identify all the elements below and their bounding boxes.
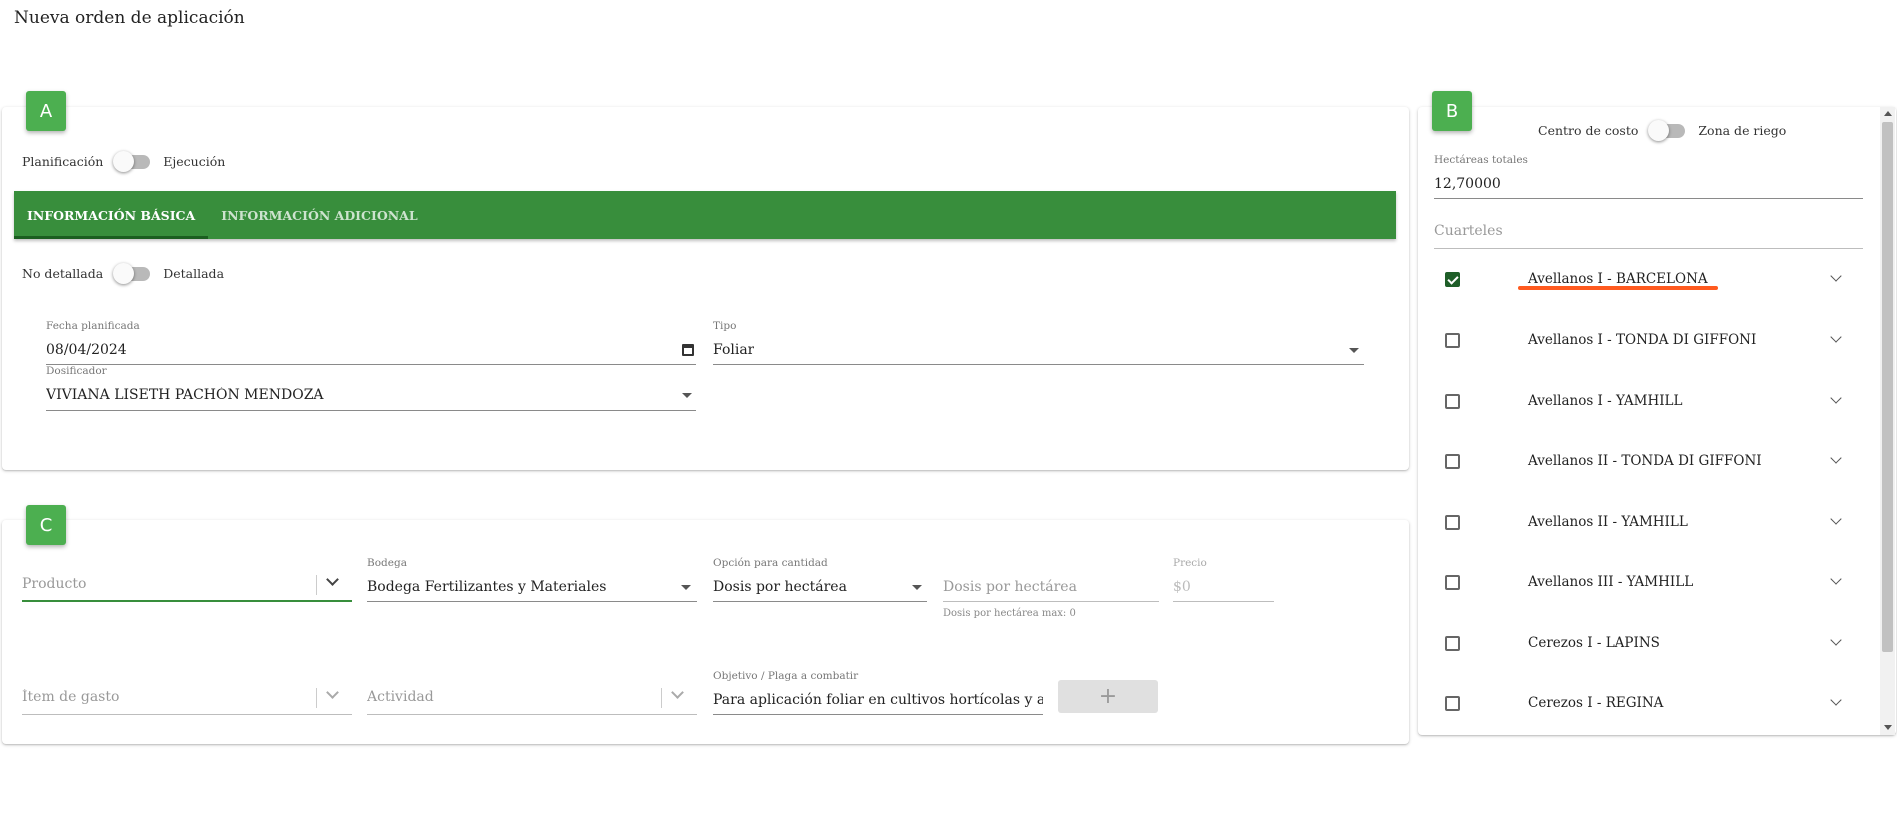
chevron-down-icon[interactable] xyxy=(1830,694,1842,706)
cuarteles-search-field[interactable]: Cuarteles xyxy=(1434,215,1863,249)
cuartel-label: Cerezos I - LAPINS xyxy=(1528,635,1660,651)
badge-b: B xyxy=(1432,91,1472,131)
caret-down-icon xyxy=(1349,348,1359,353)
chevron-down-icon[interactable] xyxy=(1830,634,1842,646)
tabs-bar: Información básica Información adicional xyxy=(14,191,1396,239)
add-product-button[interactable]: + xyxy=(1058,680,1158,713)
cuartel-item[interactable]: Avellanos III - YAMHILL xyxy=(1435,563,1865,603)
checkbox[interactable] xyxy=(1445,272,1460,287)
toggle-label-no-detallada: No detallada xyxy=(22,266,104,281)
checkbox[interactable] xyxy=(1445,636,1460,651)
producto-placeholder: Producto xyxy=(22,576,87,592)
tipo-label: Tipo xyxy=(713,320,737,332)
chevron-down-icon[interactable] xyxy=(326,686,339,699)
bodega-field[interactable]: Bodega Bodega Fertilizantes y Materiales xyxy=(367,555,697,603)
chevron-down-icon[interactable] xyxy=(1830,452,1842,464)
precio-label: Precio xyxy=(1173,557,1207,569)
scroll-down-icon[interactable] xyxy=(1884,725,1892,730)
page-title: Nueva orden de aplicación xyxy=(14,8,245,28)
cuartel-label: Avellanos I - YAMHILL xyxy=(1528,393,1683,409)
dosificador-value: VIVIANA LISETH PACHÓN MENDOZA xyxy=(46,387,324,403)
hectareas-label: Hectáreas totales xyxy=(1434,154,1528,166)
precio-field[interactable]: Precio $0 xyxy=(1173,555,1274,603)
cuartel-item[interactable]: Avellanos I - YAMHILL xyxy=(1435,382,1865,422)
cuartel-item[interactable]: Cerezos I - REGINA xyxy=(1435,684,1865,724)
badge-a: A xyxy=(26,91,66,131)
objetivo-value: Para aplicación foliar en cultivos hortí… xyxy=(713,692,1043,708)
mode-switch[interactable] xyxy=(113,150,151,172)
caret-down-icon xyxy=(682,393,692,398)
chevron-down-icon[interactable] xyxy=(326,573,339,586)
opcion-value: Dosis por hectárea xyxy=(713,579,847,595)
tipo-value: Foliar xyxy=(713,342,755,358)
tipo-field[interactable]: Tipo Foliar xyxy=(713,318,1364,366)
bodega-value: Bodega Fertilizantes y Materiales xyxy=(367,579,607,595)
toggle-label-detallada: Detallada xyxy=(163,266,225,281)
cuartel-item[interactable]: Avellanos I - TONDA DI GIFFONI xyxy=(1435,321,1865,361)
checkbox[interactable] xyxy=(1445,515,1460,530)
dosificador-label: Dosificador xyxy=(46,365,107,377)
precio-placeholder: $0 xyxy=(1173,579,1191,595)
badge-c: C xyxy=(26,505,66,545)
checkbox[interactable] xyxy=(1445,454,1460,469)
chevron-down-icon[interactable] xyxy=(1830,392,1842,404)
fecha-value: 08/04/2024 xyxy=(46,342,127,358)
actividad-placeholder: Actividad xyxy=(367,689,434,705)
objetivo-field[interactable]: Objetivo / Plaga a combatir Para aplicac… xyxy=(713,668,1043,716)
calendar-icon[interactable] xyxy=(682,344,694,356)
chevron-down-icon[interactable] xyxy=(1830,331,1842,343)
toggle-label-ejecucion: Ejecución xyxy=(163,154,226,169)
item-gasto-field[interactable]: Ítem de gasto xyxy=(22,673,352,717)
detail-toggle[interactable]: No detallada Detallada xyxy=(22,262,225,284)
cuartel-item[interactable]: Avellanos II - TONDA DI GIFFONI xyxy=(1435,442,1865,482)
detail-switch[interactable] xyxy=(113,262,151,284)
cuartel-label: Avellanos II - YAMHILL xyxy=(1528,514,1688,530)
toggle-label-centro-costo: Centro de costo xyxy=(1538,123,1639,138)
cuartel-item[interactable]: Avellanos I - BARCELONA xyxy=(1435,260,1865,300)
cuartel-label: Avellanos I - TONDA DI GIFFONI xyxy=(1528,332,1757,348)
fecha-label: Fecha planificada xyxy=(46,320,140,332)
dosificador-field[interactable]: Dosificador VIVIANA LISETH PACHÓN MENDOZ… xyxy=(46,365,696,413)
chevron-down-icon[interactable] xyxy=(1830,270,1842,282)
chevron-down-icon[interactable] xyxy=(1830,513,1842,525)
hectareas-field[interactable]: Hectáreas totales 12,70000 xyxy=(1434,152,1863,200)
scrollbar-thumb[interactable] xyxy=(1882,122,1893,652)
hectareas-value: 12,70000 xyxy=(1434,176,1501,192)
scroll-up-icon[interactable] xyxy=(1884,111,1892,116)
cuartel-label: Avellanos I - BARCELONA xyxy=(1528,271,1708,287)
mode-toggle[interactable]: Planificación Ejecución xyxy=(22,150,226,172)
opcion-label: Opción para cantidad xyxy=(713,557,828,569)
centro-zona-switch[interactable] xyxy=(1648,119,1686,141)
dosis-field[interactable]: Dosis por hectárea xyxy=(943,555,1159,603)
caret-down-icon xyxy=(681,585,691,590)
checkbox[interactable] xyxy=(1445,575,1460,590)
checkbox[interactable] xyxy=(1445,394,1460,409)
cuartel-label: Avellanos III - YAMHILL xyxy=(1528,574,1694,590)
dosis-placeholder: Dosis por hectárea xyxy=(943,579,1077,595)
centro-zona-toggle[interactable]: Centro de costo Zona de riego xyxy=(1538,119,1787,141)
chevron-down-icon[interactable] xyxy=(671,686,684,699)
cuartel-label: Cerezos I - REGINA xyxy=(1528,695,1664,711)
toggle-label-zona-riego: Zona de riego xyxy=(1698,123,1787,138)
item-gasto-placeholder: Ítem de gasto xyxy=(22,689,120,705)
objetivo-label: Objetivo / Plaga a combatir xyxy=(713,670,859,682)
checkbox[interactable] xyxy=(1445,333,1460,348)
tab-informacion-basica[interactable]: Información básica xyxy=(14,191,209,239)
chevron-down-icon[interactable] xyxy=(1830,573,1842,585)
toggle-label-planificacion: Planificación xyxy=(22,154,104,169)
cuartel-item[interactable]: Avellanos II - YAMHILL xyxy=(1435,503,1865,543)
producto-field[interactable]: Producto xyxy=(22,560,352,604)
bodega-label: Bodega xyxy=(367,557,407,569)
cuarteles-placeholder: Cuarteles xyxy=(1434,223,1503,239)
fecha-planificada-field[interactable]: Fecha planificada 08/04/2024 xyxy=(46,318,696,366)
dosis-hint: Dosis por hectárea max: 0 xyxy=(943,608,1076,619)
tab-informacion-adicional[interactable]: Información adicional xyxy=(208,191,430,239)
checkbox[interactable] xyxy=(1445,696,1460,711)
cuartel-item[interactable]: Cerezos I - LAPINS xyxy=(1435,624,1865,664)
caret-down-icon xyxy=(912,585,922,590)
opcion-cantidad-field[interactable]: Opción para cantidad Dosis por hectárea xyxy=(713,555,927,603)
actividad-field[interactable]: Actividad xyxy=(367,673,697,717)
cuartel-label: Avellanos II - TONDA DI GIFFONI xyxy=(1528,453,1762,469)
annotation-underline xyxy=(1518,286,1718,290)
